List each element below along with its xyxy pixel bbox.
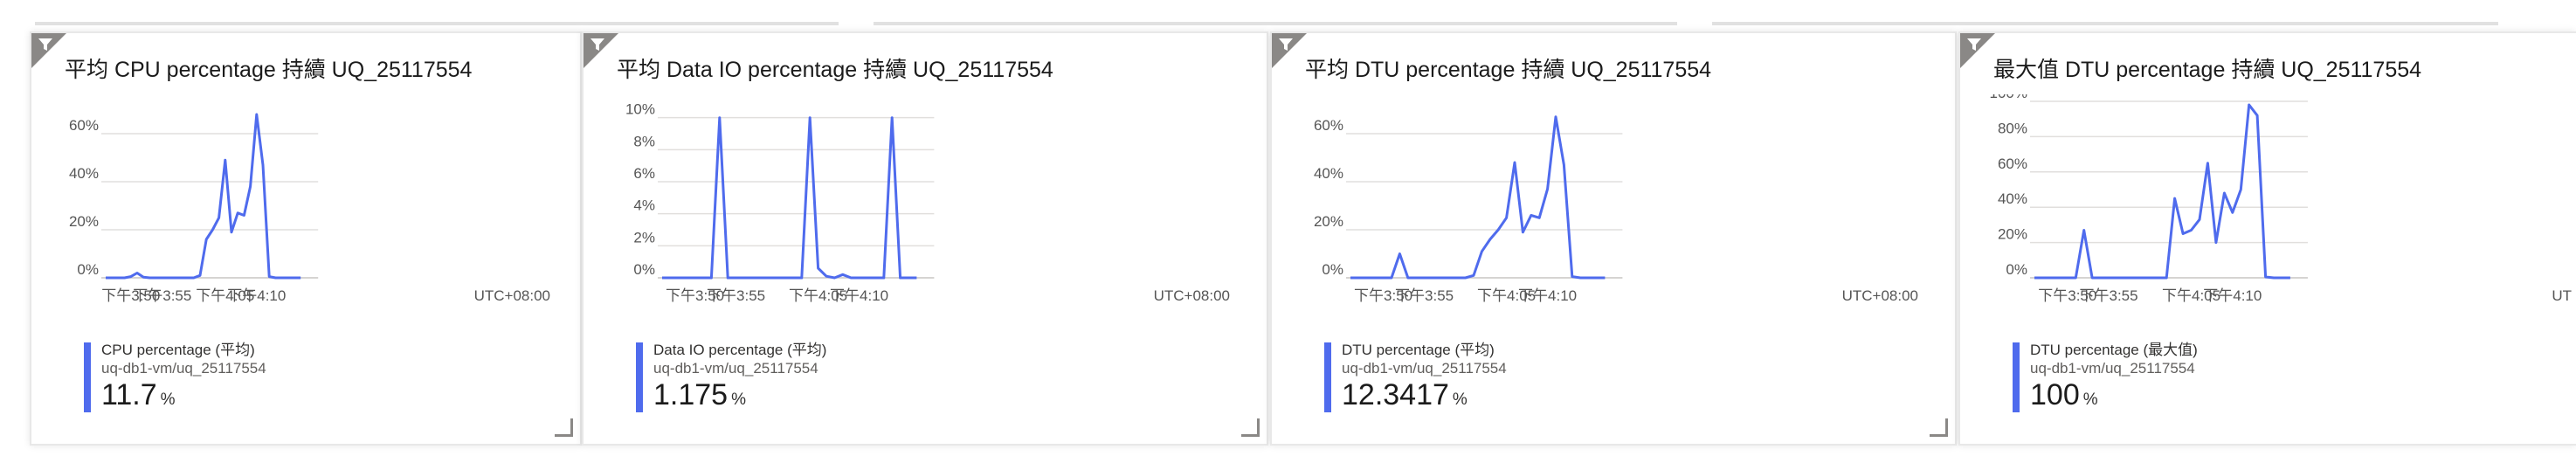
legend-color-swatch (84, 342, 91, 412)
timezone-label: UT (2552, 287, 2572, 304)
legend-resource-name: uq-db1-vm/uq_25117554 (1342, 360, 1507, 377)
resize-handle[interactable] (555, 418, 573, 437)
tile-top-strip (874, 22, 1677, 25)
y-tick-label: 8% (633, 133, 655, 149)
chart-legend[interactable]: CPU percentage (平均) uq-db1-vm/uq_2511755… (84, 341, 266, 418)
legend-value-number: 12.3417 (1342, 378, 1449, 411)
filter-icon[interactable] (1960, 33, 1995, 68)
filter-icon[interactable] (1272, 33, 1307, 68)
chart-tile-dtu-max[interactable]: 最大值 DTU percentage 持續 UQ_25117554 0% 20% 4… (1958, 31, 2576, 446)
legend-value-number: 11.7 (101, 378, 157, 411)
legend-metric-name: DTU percentage (平均) (1342, 342, 1495, 358)
legend-value: 1.175% (653, 377, 826, 418)
x-tick-label: 下午3:55 (2080, 287, 2138, 304)
legend-value-unit: % (160, 391, 176, 409)
resize-handle[interactable] (1241, 418, 1260, 437)
y-tick-label: 2% (633, 229, 655, 245)
legend-color-swatch (1324, 342, 1331, 412)
y-tick-label: 20% (1314, 213, 1343, 230)
resize-handle[interactable] (1930, 418, 1948, 437)
y-tick-label: 60% (69, 117, 99, 134)
y-tick-label: 4% (633, 197, 655, 214)
y-tick-label: 0% (2006, 261, 2027, 278)
series-line (2034, 103, 2290, 280)
x-tick-label: 下午3:55 (133, 287, 191, 304)
x-tick-label: 下午3:55 (707, 287, 765, 304)
legend-metric-name: Data IO percentage (平均) (653, 342, 827, 358)
legend-metric-name: DTU percentage (最大值) (2030, 342, 2198, 358)
legend-color-swatch (636, 342, 643, 412)
y-tick-label: 60% (1998, 156, 2027, 172)
x-tick-label: 下午4:10 (2203, 287, 2262, 304)
legend-value-unit: % (2082, 391, 2098, 409)
legend-color-swatch (2013, 342, 2020, 412)
filter-icon[interactable] (31, 33, 66, 68)
legend-value-number: 100 (2030, 378, 2080, 411)
legend-value-unit: % (731, 391, 746, 409)
series-line (1350, 115, 1606, 280)
tile-title[interactable]: 平均 Data IO percentage 持續 UQ_25117554 (617, 52, 1053, 84)
y-tick-label: 6% (633, 165, 655, 182)
tile-top-strip (1712, 22, 2498, 25)
series-line (662, 116, 917, 280)
chart-tile-data-io[interactable]: 平均 Data IO percentage 持續 UQ_25117554 0% 2… (582, 31, 1268, 446)
chart-legend[interactable]: DTU percentage (平均) uq-db1-vm/uq_2511755… (1324, 341, 1507, 418)
y-tick-label: 80% (1998, 120, 2027, 136)
legend-value: 100% (2030, 377, 2198, 418)
legend-resource-name: uq-db1-vm/uq_25117554 (653, 360, 818, 377)
timezone-label: UTC+08:00 (1154, 287, 1230, 304)
y-tick-label: 10% (625, 101, 655, 118)
y-tick-label: 0% (1322, 261, 1343, 278)
filter-icon[interactable] (584, 33, 618, 68)
line-chart[interactable]: 0%2%4%6%8%10%12%下午3:50下午3:55下午4:05下午4:10… (584, 94, 1268, 304)
legend-value: 11.7% (101, 377, 266, 418)
legend-value-number: 1.175 (653, 378, 729, 411)
chart-tile-cpu[interactable]: 平均 CPU percentage 持續 UQ_25117554 0% 20% 40… (30, 31, 582, 446)
series-line (106, 113, 301, 280)
legend-value-unit: % (1452, 391, 1468, 409)
y-tick-label: 100% (1990, 94, 2027, 101)
chart-tile-dtu-avg[interactable]: 平均 DTU percentage 持續 UQ_25117554 0% 20% 40… (1270, 31, 1957, 446)
x-tick-label: 下午3:55 (1395, 287, 1454, 304)
y-tick-label: 40% (69, 165, 99, 182)
legend-value: 12.3417% (1342, 377, 1507, 418)
tile-title[interactable]: 平均 CPU percentage 持續 UQ_25117554 (65, 52, 472, 84)
x-tick-label: 下午4:10 (830, 287, 888, 304)
chart-legend[interactable]: Data IO percentage (平均) uq-db1-vm/uq_251… (636, 341, 826, 418)
chart-legend[interactable]: DTU percentage (最大值) uq-db1-vm/uq_251175… (2013, 341, 2198, 418)
tile-title[interactable]: 最大值 DTU percentage 持續 UQ_25117554 (1993, 52, 2421, 84)
y-tick-label: 40% (1314, 165, 1343, 182)
tile-title[interactable]: 平均 DTU percentage 持續 UQ_25117554 (1305, 52, 1711, 84)
line-chart[interactable]: 0%20%40%60%80%下午3:50下午3:55下午4:05下午4:10UT… (1272, 94, 1957, 304)
legend-resource-name: uq-db1-vm/uq_25117554 (2030, 360, 2195, 377)
y-tick-label: 40% (1998, 190, 2027, 207)
legend-resource-name: uq-db1-vm/uq_25117554 (101, 360, 266, 377)
x-tick-label: 下午4:10 (227, 287, 286, 304)
x-tick-label: 下午4:10 (1518, 287, 1577, 304)
legend-metric-name: CPU percentage (平均) (101, 342, 255, 358)
y-tick-label: 0% (77, 261, 99, 278)
y-tick-label: 20% (1998, 226, 2027, 243)
tile-top-strip (35, 22, 839, 25)
line-chart[interactable]: 0%20%40%60%80%下午3:50下午3:55下午4:05下午4:10UT… (31, 94, 582, 304)
y-tick-label: 0% (633, 261, 655, 278)
y-tick-label: 20% (69, 213, 99, 230)
line-chart[interactable]: 0%20%40%60%80%100%下午3:50下午3:55下午4:05下午4:… (1960, 94, 2576, 304)
timezone-label: UTC+08:00 (1842, 287, 1918, 304)
y-tick-label: 60% (1314, 117, 1343, 134)
timezone-label: UTC+08:00 (474, 287, 550, 304)
